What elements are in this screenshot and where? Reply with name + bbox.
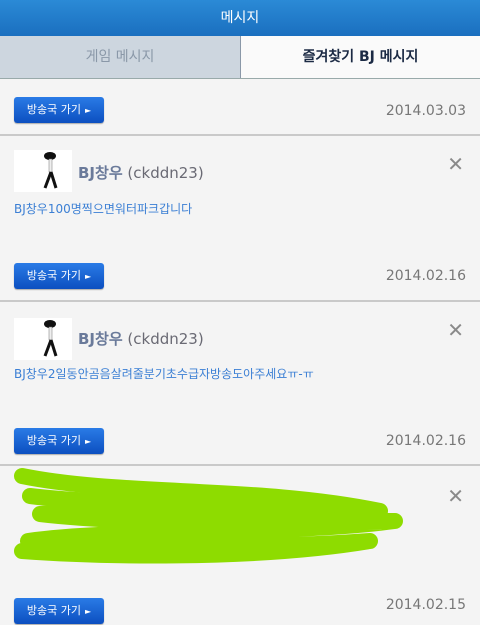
message-date: 2014.03.03 <box>385 103 466 119</box>
go-to-station-button[interactable]: 방송국 가기 ► <box>14 263 104 289</box>
go-to-station-button[interactable]: 방송국 가기 ► <box>14 428 104 454</box>
avatar <box>14 318 72 360</box>
close-icon[interactable]: ✕ <box>447 484 464 508</box>
bj-name: BJ창우 <box>78 330 123 348</box>
arrow-right-icon: ► <box>84 106 92 115</box>
bj-name: BJ창우 <box>78 164 123 182</box>
message-text: BJ창우100명찍으면워터파크갑니다 <box>14 202 193 216</box>
go-to-station-label: 방송국 가기 <box>26 434 81 447</box>
go-to-station-label: 방송국 가기 <box>26 103 81 116</box>
arrow-right-icon: ► <box>84 272 92 281</box>
message-date: 2014.02.16 <box>385 268 466 284</box>
page-title: 메시지 <box>220 10 260 26</box>
arrow-right-icon: ► <box>84 607 92 616</box>
bj-id: (ckddn23) <box>127 330 204 348</box>
bj-name-line: BJ창우 (ckddn23) <box>78 162 204 183</box>
message-date: 2014.02.16 <box>385 433 466 449</box>
avatar <box>14 150 72 192</box>
bj-figure-icon <box>43 152 58 189</box>
message-date: 2014.02.15 <box>385 597 466 613</box>
message-card: ✕ 방송국 가기 ► 2014.02.15 <box>0 466 480 624</box>
message-text: BJ창우2일동안곰음살려줄분기초수급자방송도아주세요ㅠ-ㅠ <box>14 367 314 381</box>
title-bar: 메시지 <box>0 0 480 36</box>
message-card: BJ창우 (ckddn23) ✕ BJ창우100명찍으면워터파크갑니다 방송국 … <box>0 136 480 302</box>
tab-bar: 게임 메시지 즐겨찾기 BJ 메시지 <box>0 36 480 79</box>
close-icon[interactable]: ✕ <box>447 318 464 342</box>
bj-id: (ckddn23) <box>127 164 204 182</box>
redaction-scribble <box>14 468 403 564</box>
go-to-station-button[interactable]: 방송국 가기 ► <box>14 598 104 624</box>
tab-favorite-bj-messages[interactable]: 즐겨찾기 BJ 메시지 <box>241 36 480 78</box>
message-card: BJ창우 (ckddn23) ✕ BJ창우2일동안곰음살려줄분기초수급자방송도아… <box>0 302 480 466</box>
bj-name-line: BJ창우 (ckddn23) <box>78 328 204 349</box>
go-to-station-label: 방송국 가기 <box>26 604 81 617</box>
bj-figure-icon <box>43 320 58 357</box>
arrow-right-icon: ► <box>84 437 92 446</box>
close-icon[interactable]: ✕ <box>447 152 464 176</box>
tab-game-messages[interactable]: 게임 메시지 <box>0 36 241 78</box>
go-to-station-label: 방송국 가기 <box>26 269 81 282</box>
go-to-station-button[interactable]: 방송국 가기 ► <box>14 97 104 123</box>
message-card: 방송국 가기 ► 2014.03.03 <box>0 79 480 136</box>
